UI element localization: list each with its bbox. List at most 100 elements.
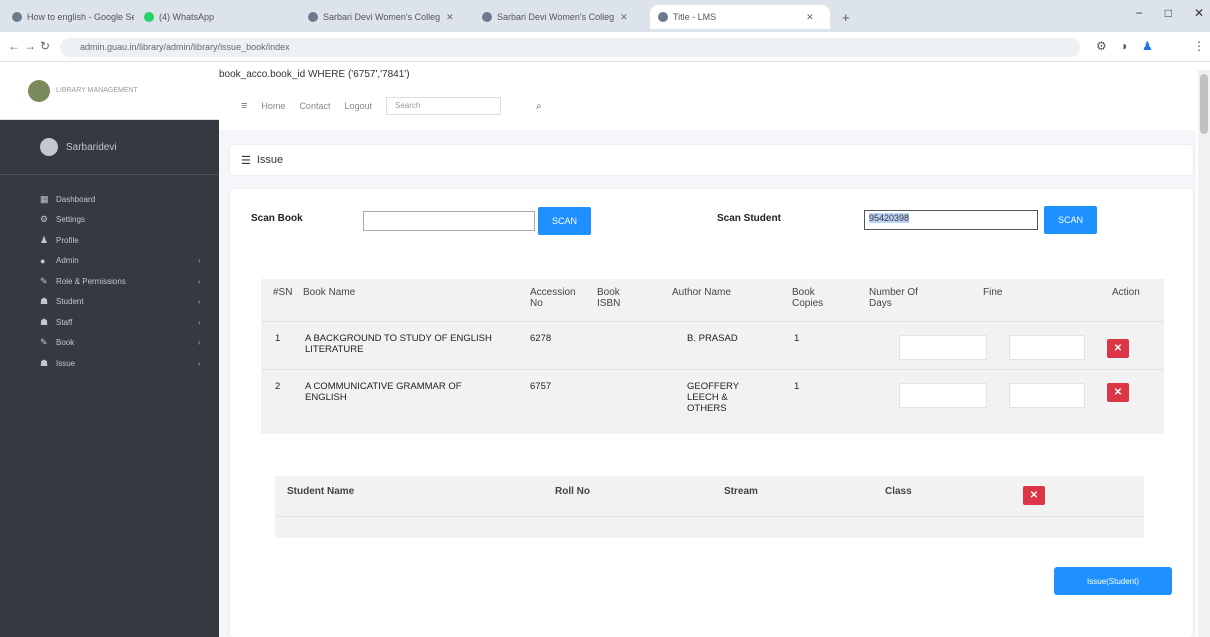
scan-student-value: 95420398 (869, 213, 910, 223)
top-navbar: ≡ Home Contact Logout Search ⌕ (219, 88, 1209, 124)
column-header: #SN (273, 287, 293, 298)
chevron-left-icon: ‹ (198, 256, 201, 266)
globe-icon (308, 12, 318, 22)
close-icon: ✕ (1113, 343, 1123, 354)
scan-student-button[interactable]: SCAN (1044, 206, 1097, 234)
cell-sn: 1 (275, 333, 281, 344)
brand-text: LIBRARY MANAGEMENT (56, 87, 138, 94)
sidebar-item-settings[interactable]: ⚙ Settings (0, 210, 219, 231)
remove-book-button[interactable]: ✕ (1107, 339, 1129, 358)
sidebar-item-label: Profile (56, 235, 79, 245)
search-icon[interactable]: ⌕ (536, 101, 542, 112)
sidebar-item-label: Settings (56, 215, 85, 225)
maximize-icon[interactable]: □ (1165, 6, 1172, 20)
forward-icon[interactable]: → (24, 39, 36, 53)
tab-label: (4) WhatsApp (159, 12, 215, 22)
nav-logout-link[interactable]: Logout (344, 101, 372, 111)
book-table: #SN Book Name Accession No Book ISBN Aut… (261, 279, 1164, 434)
fine-input[interactable] (1009, 335, 1085, 360)
column-header: Book ISBN (597, 287, 621, 309)
cell-book-name: A COMMUNICATIVE GRAMMAR OF ENGLISH (305, 381, 462, 403)
cell-copies: 1 (794, 333, 800, 344)
users-icon: ☗ (40, 296, 49, 307)
browser-tab[interactable]: How to english - Google Sear✕ (4, 5, 134, 29)
remove-book-button[interactable]: ✕ (1107, 383, 1129, 402)
menu-dots-icon[interactable]: ⋮ (1193, 39, 1205, 53)
globe-icon (658, 12, 668, 22)
nav-home-link[interactable]: Home (261, 101, 285, 111)
browser-tab[interactable]: Sarbari Devi Women's Colleg ✕ (474, 5, 644, 29)
tab-label: Sarbari Devi Women's Colleg (497, 12, 615, 22)
browser-tab[interactable]: (4) WhatsApp (136, 5, 296, 29)
column-header: Roll No (555, 486, 590, 497)
user-panel[interactable]: Sarbaridevi (0, 120, 219, 175)
sidebar-item-staff[interactable]: ☗ Staff ‹ (0, 312, 219, 333)
row-divider (261, 321, 1164, 322)
whatsapp-icon (144, 12, 154, 22)
scan-book-input[interactable] (363, 211, 535, 231)
days-input[interactable] (899, 335, 987, 360)
sidebar-item-label: Issue (56, 358, 76, 368)
reload-icon[interactable]: ↻ (40, 39, 50, 53)
sidebar-item-dashboard[interactable]: ▦ Dashboard (0, 189, 219, 210)
close-icon[interactable]: ✕ (620, 12, 628, 23)
browser-tab-active[interactable]: Title - LMS ✕ (650, 5, 830, 29)
fine-input[interactable] (1009, 383, 1085, 408)
chevron-left-icon: ‹ (198, 276, 201, 286)
window-controls: − □ ✕ (1136, 6, 1204, 20)
profile-icon[interactable]: ♟ (1142, 39, 1153, 53)
column-header: Book Name (303, 287, 356, 298)
chevron-left-icon: ‹ (198, 317, 201, 327)
sidebar-item-roles[interactable]: ✎ Role & Permissions ‹ (0, 271, 219, 292)
column-header: Book Copies (792, 287, 824, 309)
query-debug-text: book_acco.book_id WHERE ('6757','7841') (219, 69, 410, 80)
chevron-left-icon: ‹ (198, 297, 201, 307)
cell-book-name: A BACKGROUND TO STUDY OF ENGLISH LITERAT… (305, 333, 492, 355)
days-input[interactable] (899, 383, 987, 408)
chevron-left-icon: ‹ (198, 338, 201, 348)
browser-tab[interactable]: Sarbari Devi Women's Colleg ✕ (300, 5, 470, 29)
sidebar-menu: ▦ Dashboard ⚙ Settings ♟ Profile ● Admin ‹ ✎ R… (0, 175, 219, 374)
search-input[interactable]: Search (386, 97, 501, 115)
sidebar-item-admin[interactable]: ● Admin ‹ (0, 251, 219, 272)
scrollbar-thumb[interactable] (1200, 74, 1208, 134)
scan-book-button[interactable]: SCAN (538, 207, 591, 235)
sidebar-item-book[interactable]: ✎ Book ‹ (0, 333, 219, 354)
users-icon: ☗ (40, 316, 49, 327)
close-icon[interactable]: ✕ (446, 12, 454, 23)
student-table: Student Name Roll No Stream Class ✕ (275, 476, 1144, 538)
sidebar-item-label: Book (56, 338, 75, 348)
close-icon[interactable]: ✕ (1194, 6, 1204, 20)
row-divider (261, 369, 1164, 370)
remove-student-button[interactable]: ✕ (1023, 486, 1045, 505)
url-field[interactable]: admin.guau.in/library/admin/library/issu… (60, 38, 1080, 57)
column-header: Fine (983, 287, 1003, 298)
sidebar-item-issue[interactable]: ☗ Issue ‹ (0, 353, 219, 374)
back-icon[interactable]: ← (8, 39, 20, 53)
cell-accession: 6757 (530, 381, 552, 392)
scan-student-input[interactable]: 95420398 (864, 210, 1038, 230)
column-header: Author Name (672, 287, 731, 298)
admin-icon: ● (40, 255, 46, 266)
cell-copies: 1 (794, 381, 800, 392)
column-header: Student Name (287, 486, 355, 497)
sidebar-item-profile[interactable]: ♟ Profile (0, 230, 219, 251)
issue-student-button[interactable]: Issue(Student) (1054, 567, 1172, 595)
close-icon[interactable]: ✕ (806, 12, 814, 23)
scrollbar[interactable] (1198, 70, 1210, 637)
sidebar-item-label: Student (56, 297, 84, 307)
extension-icon[interactable]: ⚙ (1096, 39, 1107, 53)
minimize-icon[interactable]: − (1136, 6, 1143, 20)
sidepanel-icon[interactable]: ◑ (1120, 39, 1127, 53)
sidebar-item-label: Dashboard (56, 194, 96, 204)
new-tab-button[interactable]: + (834, 5, 858, 29)
brand-logo[interactable]: LIBRARY MANAGEMENT (0, 62, 219, 120)
google-icon (12, 12, 22, 22)
hamburger-icon[interactable]: ≡ (241, 100, 247, 112)
scan-book-label: Scan Book (251, 213, 303, 224)
tab-label: How to english - Google Sear (27, 12, 134, 22)
avatar (40, 138, 58, 156)
nav-contact-link[interactable]: Contact (299, 101, 330, 111)
scan-student-label: Scan Student (717, 213, 781, 224)
sidebar-item-student[interactable]: ☗ Student ‹ (0, 292, 219, 313)
